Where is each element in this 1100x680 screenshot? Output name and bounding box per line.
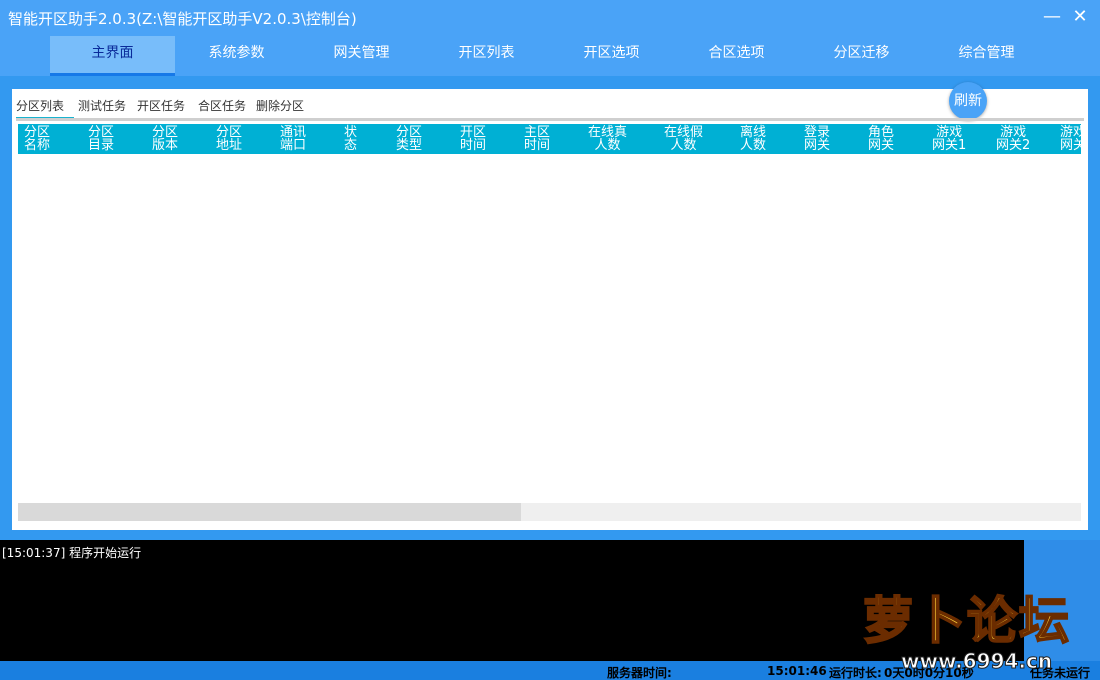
- subtab-merge-tasks[interactable]: 合区任务: [198, 98, 246, 120]
- tab-gateway-management[interactable]: 网关管理: [299, 36, 424, 76]
- subtab-server-list[interactable]: 分区列表: [16, 98, 74, 120]
- tab-general-management[interactable]: 综合管理: [924, 36, 1049, 76]
- watermark-url: www.6994.cn: [900, 649, 1053, 674]
- server-time-label: 服务器时间:: [607, 666, 672, 680]
- horizontal-scrollbar[interactable]: [18, 503, 1081, 521]
- column-header[interactable]: 分区 地址: [216, 126, 242, 152]
- tab-open-options[interactable]: 开区选项: [549, 36, 674, 76]
- column-header[interactable]: 登录 网关: [804, 126, 830, 152]
- close-icon[interactable]: ✕: [1068, 6, 1092, 30]
- subtab-test-tasks[interactable]: 测试任务: [78, 98, 126, 120]
- column-header[interactable]: 角色 网关: [868, 126, 894, 152]
- subtab-open-tasks[interactable]: 开区任务: [137, 98, 185, 120]
- column-header[interactable]: 分区 版本: [152, 126, 178, 152]
- column-header[interactable]: 游戏 网关1: [932, 126, 966, 152]
- main-panel: 刷新 分区列表 测试任务 开区任务 合区任务 删除分区 分区 名称 分区 目录 分区…: [12, 82, 1088, 530]
- window-title: 智能开区助手2.0.3(Z:\智能开区助手V2.0.3\控制台): [8, 10, 357, 28]
- server-time-value: 15:01:46: [767, 664, 827, 678]
- column-header[interactable]: 在线真 人数: [588, 126, 627, 152]
- scrollbar-thumb[interactable]: [18, 503, 521, 521]
- watermark-logo-text: 萝卜论坛: [862, 591, 1071, 651]
- watermark-logo: 萝卜论坛 www.6994.cn: [855, 577, 1085, 675]
- column-header[interactable]: 分区 名称: [24, 126, 50, 152]
- column-header[interactable]: 状态: [344, 126, 357, 152]
- refresh-button[interactable]: 刷新: [949, 82, 987, 120]
- column-header[interactable]: 在线假 人数: [664, 126, 703, 152]
- column-header[interactable]: 游戏 网关: [1060, 126, 1081, 152]
- subtab-delete-server[interactable]: 删除分区: [256, 98, 304, 120]
- tab-merge-options[interactable]: 合区选项: [674, 36, 799, 76]
- tab-main[interactable]: 主界面: [50, 36, 175, 76]
- column-header[interactable]: 游戏 网关2: [996, 126, 1030, 152]
- tab-server-migration[interactable]: 分区迁移: [799, 36, 924, 76]
- column-header[interactable]: 主区 时间: [524, 126, 550, 152]
- log-line: [15:01:37] 程序开始运行: [2, 546, 142, 560]
- tab-server-list[interactable]: 开区列表: [424, 36, 549, 76]
- table-header: 分区 名称 分区 目录 分区 版本 分区 地址 通讯 端口 状态 分区 类型 开区 时间 主区…: [18, 124, 1081, 154]
- minimize-icon[interactable]: —: [1040, 6, 1064, 30]
- column-header[interactable]: 分区 目录: [88, 126, 114, 152]
- column-header[interactable]: 通讯 端口: [280, 126, 306, 152]
- tab-system-params[interactable]: 系统参数: [174, 36, 299, 76]
- subtab-divider: [16, 118, 1084, 121]
- title-bar: 智能开区助手2.0.3(Z:\智能开区助手V2.0.3\控制台) — ✕: [0, 0, 1100, 36]
- main-nav: 主界面 系统参数 网关管理 开区列表 开区选项 合区选项 分区迁移 综合管理: [0, 36, 1100, 76]
- server-table[interactable]: 分区 名称 分区 目录 分区 版本 分区 地址 通讯 端口 状态 分区 类型 开区 时间 主区…: [18, 124, 1081, 454]
- column-header[interactable]: 分区 类型: [396, 126, 422, 152]
- column-header[interactable]: 离线 人数: [740, 126, 766, 152]
- column-header[interactable]: 开区 时间: [460, 126, 486, 152]
